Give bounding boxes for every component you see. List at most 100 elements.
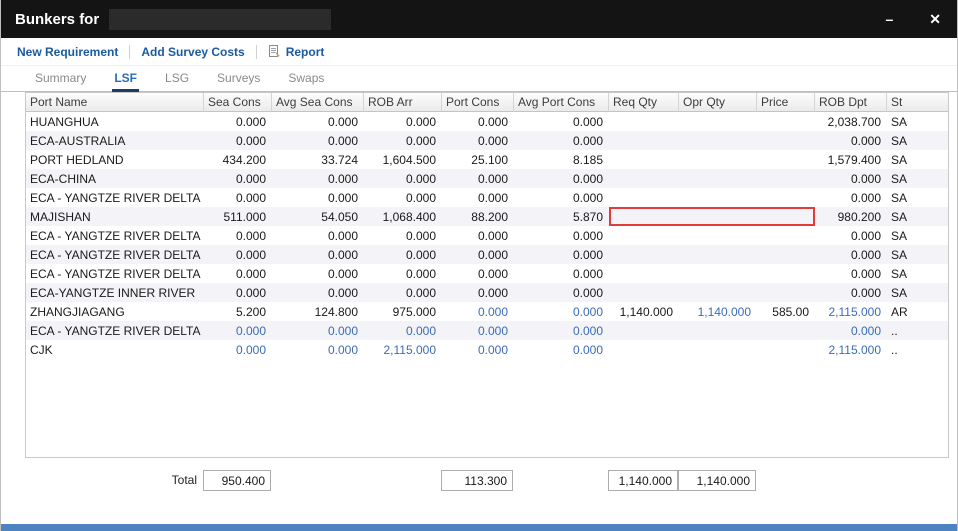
table-cell: 0.000 (204, 112, 272, 131)
table-cell: 0.000 (442, 131, 514, 150)
table-cell: AR (887, 302, 949, 321)
table-cell: 0.000 (272, 245, 364, 264)
table-cell (679, 150, 757, 169)
table-row[interactable]: ZHANGJIAGANG5.200124.800975.0000.0000.00… (26, 302, 949, 321)
table-cell: 1,579.400 (815, 150, 887, 169)
table-row[interactable]: PORT HEDLAND434.20033.7241,604.50025.100… (26, 150, 949, 169)
table-cell: 0.000 (364, 226, 442, 245)
table-cell: SA (887, 245, 949, 264)
table-cell (757, 131, 815, 150)
table-cell: 25.100 (442, 150, 514, 169)
report-button[interactable]: Report (268, 45, 325, 59)
column-header[interactable]: St (887, 93, 949, 112)
table-cell: 0.000 (442, 264, 514, 283)
table-cell: .. (887, 340, 949, 359)
table-cell: ECA - YANGTZE RIVER DELTA 10( (26, 226, 204, 245)
table-cell: ZHANGJIAGANG (26, 302, 204, 321)
table-cell: ECA - YANGTZE RIVER DELTA (26, 245, 204, 264)
table-cell: 1,068.400 (364, 207, 442, 226)
bunker-table: Port NameSea ConsAvg Sea ConsROB ArrPort… (26, 93, 949, 359)
table-row[interactable]: ECA-AUSTRALIA0.0000.0000.0000.0000.0000.… (26, 131, 949, 150)
table-cell: 0.000 (272, 321, 364, 340)
table-cell: 0.000 (815, 131, 887, 150)
minimize-button[interactable]: – (885, 12, 893, 26)
table-cell: ECA - YANGTZE RIVER DELTA (26, 188, 204, 207)
table-cell (757, 245, 815, 264)
tab-lsf[interactable]: LSF (112, 67, 139, 92)
table-cell: 0.000 (442, 188, 514, 207)
add-survey-costs-button[interactable]: Add Survey Costs (141, 45, 244, 59)
table-cell: 0.000 (442, 245, 514, 264)
table-cell: 0.000 (442, 321, 514, 340)
table-row[interactable]: ECA - YANGTZE RIVER DELTA 10(0.0000.0000… (26, 264, 949, 283)
table-cell: 0.000 (364, 321, 442, 340)
table-row[interactable]: ECA - YANGTZE RIVER DELTA0.0000.0000.000… (26, 188, 949, 207)
table-cell: 5.870 (514, 207, 609, 226)
tab-bar: Summary LSF LSG Surveys Swaps (1, 66, 957, 92)
toolbar: New Requirement Add Survey Costs Report (1, 38, 957, 66)
column-header[interactable]: Sea Cons (204, 93, 272, 112)
table-cell: 0.000 (514, 340, 609, 359)
tab-swaps[interactable]: Swaps (286, 67, 326, 92)
table-cell: 0.000 (442, 340, 514, 359)
table-cell: ECA-CHINA (26, 169, 204, 188)
table-row[interactable]: ECA-YANGTZE INNER RIVER0.0000.0000.0000.… (26, 283, 949, 302)
table-row[interactable]: ECA-CHINA0.0000.0000.0000.0000.0000.000S… (26, 169, 949, 188)
table-cell (609, 112, 679, 131)
table-cell: 0.000 (364, 169, 442, 188)
table-cell: 0.000 (204, 169, 272, 188)
table-cell (679, 131, 757, 150)
table-row[interactable]: ECA - YANGTZE RIVER DELTA0.0000.0000.000… (26, 245, 949, 264)
table-cell: 0.000 (364, 264, 442, 283)
table-cell (609, 169, 679, 188)
table-cell: 0.000 (815, 169, 887, 188)
table-cell: 8.185 (514, 150, 609, 169)
highlighted-cell[interactable] (609, 207, 679, 226)
table-cell: 0.000 (204, 131, 272, 150)
column-header[interactable]: ROB Arr (364, 93, 442, 112)
table-row[interactable]: MAJISHAN511.00054.0501,068.40088.2005.87… (26, 207, 949, 226)
column-header[interactable]: Port Name (26, 93, 204, 112)
table-cell: 0.000 (514, 283, 609, 302)
table-cell: SA (887, 226, 949, 245)
column-header[interactable]: Req Qty (609, 93, 679, 112)
column-header[interactable]: Avg Sea Cons (272, 93, 364, 112)
table-cell: 2,115.000 (364, 340, 442, 359)
column-header[interactable]: Opr Qty (679, 93, 757, 112)
table-cell: 0.000 (272, 188, 364, 207)
table-cell: 980.200 (815, 207, 887, 226)
table-cell (757, 150, 815, 169)
table-cell: ECA - YANGTZE RIVER DELTA 10( (26, 321, 204, 340)
table-cell: 0.000 (514, 264, 609, 283)
highlighted-cell[interactable] (757, 207, 815, 226)
table-cell (609, 321, 679, 340)
table-cell: 2,038.700 (815, 112, 887, 131)
table-cell (757, 340, 815, 359)
table-cell (609, 226, 679, 245)
table-cell: 0.000 (364, 188, 442, 207)
table-cell (757, 112, 815, 131)
table-row[interactable]: CJK0.0000.0002,115.0000.0000.0002,115.00… (26, 340, 949, 359)
table-cell (679, 321, 757, 340)
column-header[interactable]: Avg Port Cons (514, 93, 609, 112)
table-cell: 2,115.000 (815, 340, 887, 359)
column-header[interactable]: Price (757, 93, 815, 112)
table-cell: 0.000 (514, 245, 609, 264)
table-cell: 0.000 (204, 188, 272, 207)
new-requirement-button[interactable]: New Requirement (17, 45, 118, 59)
tab-surveys[interactable]: Surveys (215, 67, 262, 92)
bunkers-window: Bunkers for – ✕ New Requirement Add Surv… (0, 0, 958, 531)
table-cell: 0.000 (514, 131, 609, 150)
table-cell: 1,140.000 (679, 302, 757, 321)
table-row[interactable]: ECA - YANGTZE RIVER DELTA 10(0.0000.0000… (26, 226, 949, 245)
column-header[interactable]: Port Cons (442, 93, 514, 112)
table-row[interactable]: ECA - YANGTZE RIVER DELTA 10(0.0000.0000… (26, 321, 949, 340)
close-button[interactable]: ✕ (929, 12, 941, 26)
highlighted-cell[interactable] (679, 207, 757, 226)
table-cell: 0.000 (514, 169, 609, 188)
table-row[interactable]: HUANGHUA0.0000.0000.0000.0000.0002,038.7… (26, 112, 949, 131)
tab-lsg[interactable]: LSG (163, 67, 191, 92)
tab-summary[interactable]: Summary (33, 67, 88, 92)
column-header[interactable]: ROB Dpt (815, 93, 887, 112)
table-cell: MAJISHAN (26, 207, 204, 226)
